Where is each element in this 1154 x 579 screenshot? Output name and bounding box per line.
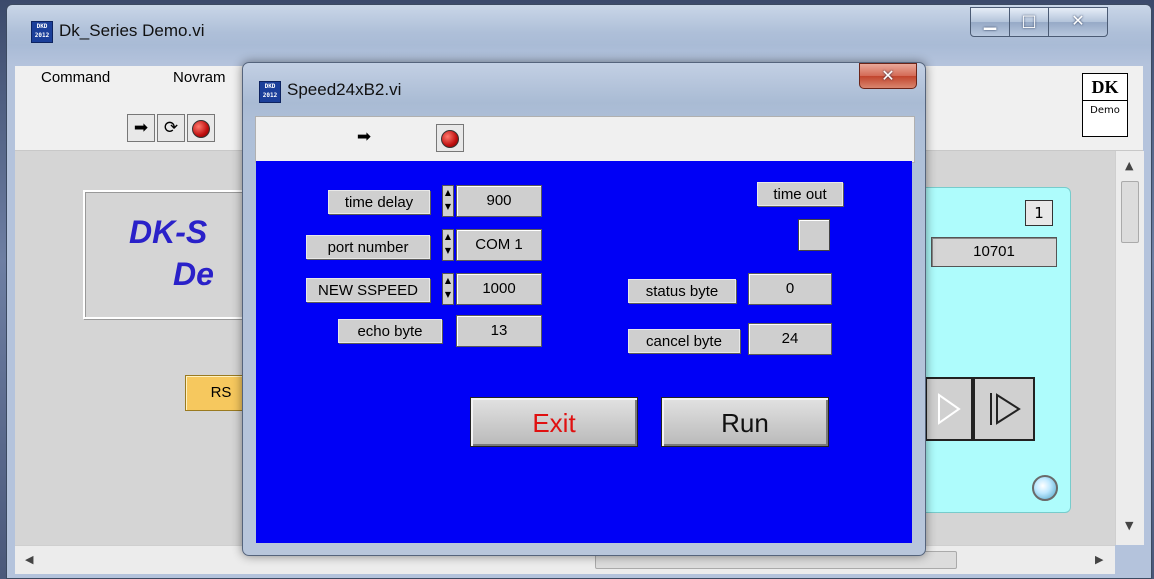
cyan-panel bbox=[919, 187, 1071, 513]
scroll-thumb[interactable] bbox=[1121, 181, 1139, 243]
cancel-byte-label: cancel byte bbox=[628, 329, 740, 353]
dialog-panel: time delay ▲ ▼ 900 port number ▲ ▼ COM 1 N… bbox=[256, 161, 912, 543]
close-icon: ✕ bbox=[881, 66, 895, 85]
menu-novram[interactable]: Novram bbox=[173, 69, 226, 86]
echo-byte-indicator: 13 bbox=[456, 315, 542, 347]
new-speed-spinner[interactable]: ▲ ▼ bbox=[442, 273, 454, 305]
time-delay-spinner[interactable]: ▲ ▼ bbox=[442, 185, 454, 217]
new-speed-label: NEW SSPEED bbox=[306, 278, 430, 302]
minimize-icon: ▁ bbox=[983, 11, 997, 30]
minimize-button[interactable]: ▁ bbox=[970, 7, 1010, 37]
cyan-index-indicator: 1 bbox=[1025, 200, 1053, 226]
run-continuously-icon[interactable]: ⟳ bbox=[157, 114, 185, 142]
run-arrow-icon[interactable]: ➡ bbox=[350, 124, 378, 152]
maximize-icon: □ bbox=[1021, 11, 1037, 30]
cancel-byte-indicator: 24 bbox=[748, 323, 832, 355]
time-delay-input[interactable]: 900 bbox=[456, 185, 542, 217]
play-icon bbox=[938, 393, 961, 425]
dk-logo: DK Demo bbox=[1082, 73, 1128, 137]
stop-icon bbox=[441, 130, 459, 148]
maximize-button[interactable]: □ bbox=[1009, 7, 1049, 37]
exit-button[interactable]: Exit bbox=[470, 397, 638, 447]
time-out-led bbox=[798, 219, 830, 251]
banner-line-1: DK-S bbox=[129, 214, 208, 250]
scroll-up-icon[interactable]: ▲ bbox=[1125, 159, 1133, 172]
app-icon: DKD 2012 bbox=[31, 21, 53, 43]
scroll-down-icon[interactable]: ▼ bbox=[1125, 519, 1133, 532]
step-play-button[interactable] bbox=[973, 377, 1035, 441]
vertical-scrollbar[interactable]: ▲ ▼ bbox=[1115, 151, 1144, 545]
speed-dialog: DKD 2012 Speed24xB2.vi ✕ ➡ time delay ▲ ▼ … bbox=[242, 62, 926, 556]
dialog-title: Speed24xB2.vi bbox=[287, 80, 402, 99]
status-byte-indicator: 0 bbox=[748, 273, 832, 305]
dialog-app-icon: DKD 2012 bbox=[259, 81, 281, 103]
echo-byte-label: echo byte bbox=[338, 319, 442, 343]
dialog-close-button[interactable]: ✕ bbox=[859, 63, 917, 89]
abort-button[interactable] bbox=[187, 114, 215, 142]
run-arrow-icon[interactable]: ➡ bbox=[127, 114, 155, 142]
status-byte-label: status byte bbox=[628, 279, 736, 303]
port-number-input[interactable]: COM 1 bbox=[456, 229, 542, 261]
main-title-bar[interactable]: DKD 2012 Dk_Series Demo.vi ▁ □ ✕ bbox=[7, 5, 1151, 63]
banner-line-2: De bbox=[173, 256, 214, 292]
close-icon: ✕ bbox=[1071, 11, 1085, 30]
status-led bbox=[1032, 475, 1058, 501]
logo-small-text: Demo bbox=[1090, 105, 1120, 116]
close-button[interactable]: ✕ bbox=[1048, 7, 1108, 37]
step-play-icon bbox=[990, 393, 1021, 425]
stop-icon bbox=[192, 120, 210, 138]
time-out-label: time out bbox=[757, 182, 843, 206]
port-number-spinner[interactable]: ▲ ▼ bbox=[442, 229, 454, 261]
dialog-toolbar: ➡ bbox=[255, 116, 915, 163]
port-number-label: port number bbox=[306, 235, 430, 259]
play-button[interactable] bbox=[925, 377, 973, 441]
menu-command[interactable]: Command bbox=[41, 69, 110, 86]
window-title: Dk_Series Demo.vi bbox=[59, 21, 205, 40]
new-speed-input[interactable]: 1000 bbox=[456, 273, 542, 305]
run-button[interactable]: Run bbox=[661, 397, 829, 447]
scroll-left-icon[interactable]: ◀ bbox=[25, 553, 33, 566]
abort-button[interactable] bbox=[436, 124, 464, 152]
logo-big-text: DK bbox=[1083, 74, 1127, 101]
time-delay-label: time delay bbox=[328, 190, 430, 214]
cyan-value-indicator: 10701 bbox=[931, 237, 1057, 267]
scroll-right-icon[interactable]: ▶ bbox=[1095, 553, 1103, 566]
